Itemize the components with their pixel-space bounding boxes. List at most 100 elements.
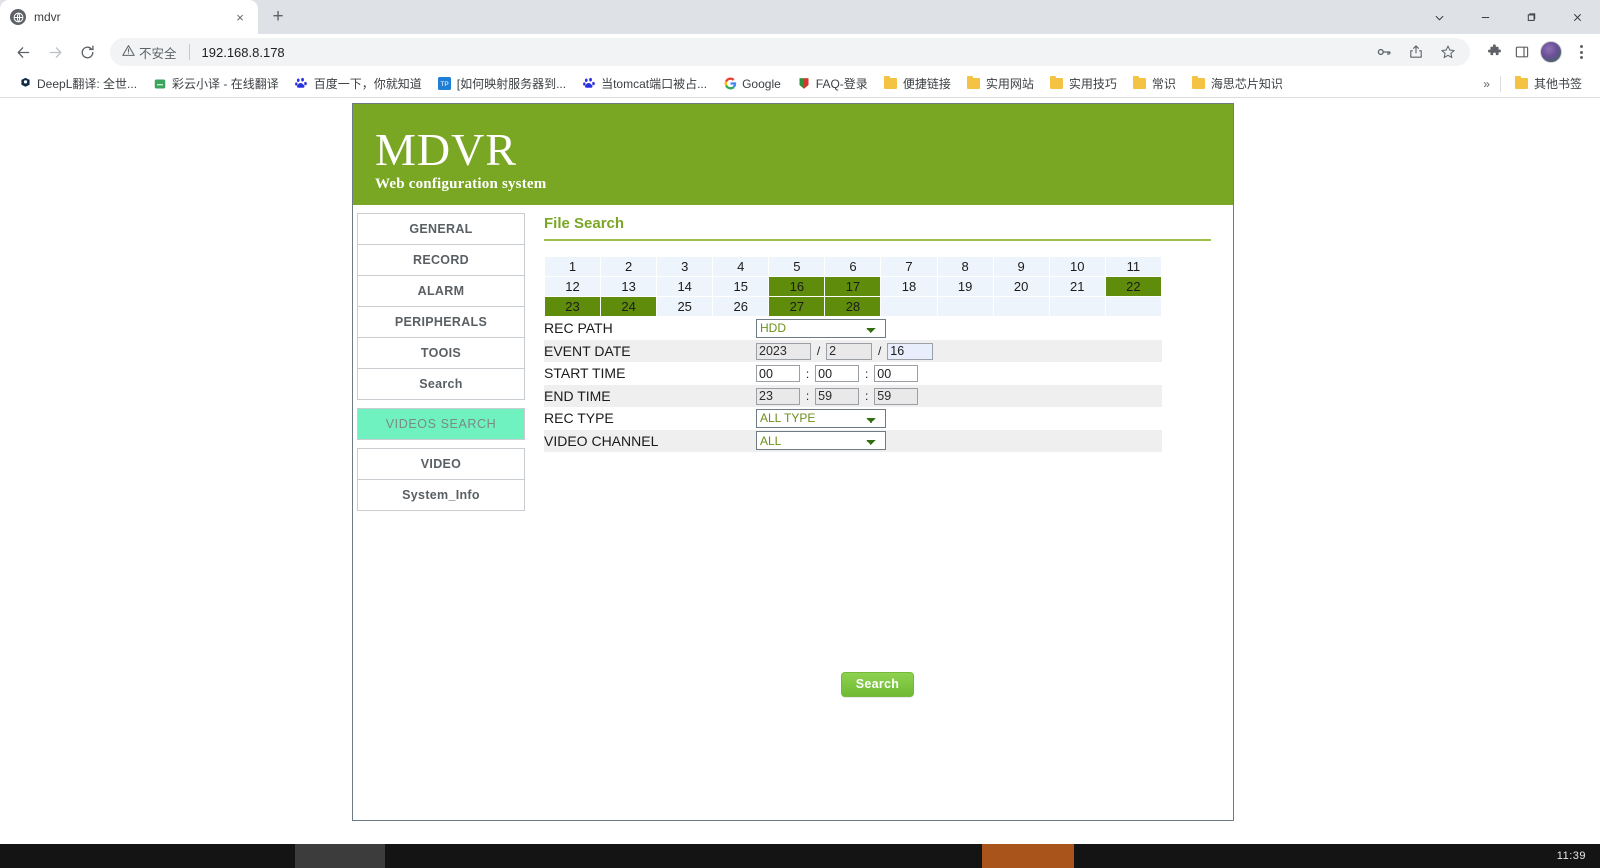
google-icon [723,77,737,91]
sidebar-group-primary: GENERAL RECORD ALARM PERIPHERALS TOOIS S… [357,213,525,400]
security-status[interactable]: 不安全 [122,43,177,62]
bookmark-item[interactable]: FAQ-登录 [789,73,876,95]
calendar-day[interactable]: 9 [992,256,1050,277]
calendar-day-has-recording[interactable]: 17 [824,276,882,297]
calendar-day[interactable]: 15 [712,276,770,297]
sidebar-item-toois[interactable]: TOOIS [358,338,524,369]
url-text[interactable]: 192.168.8.178 [202,45,285,60]
calendar-day[interactable]: 8 [936,256,994,277]
calendar-day-has-recording[interactable]: 28 [824,296,882,317]
avatar[interactable] [1540,41,1562,63]
form-row-start-time: START TIME : : [544,362,1162,385]
end-time-hour-input[interactable] [756,387,800,405]
event-date-day-input[interactable] [887,342,934,360]
kebab-menu-icon[interactable] [1570,45,1592,59]
calendar-day-has-recording[interactable]: 27 [768,296,826,317]
forward-button[interactable] [40,37,70,67]
calendar-day[interactable]: 1 [543,256,602,277]
bookmark-folder[interactable]: 实用技巧 [1042,73,1125,95]
end-time-minute-input[interactable] [815,387,860,405]
close-window-icon[interactable] [1554,0,1600,34]
calendar-day[interactable]: 4 [712,256,770,277]
taskbar-highlight-window[interactable] [982,844,1074,868]
share-icon[interactable] [1406,42,1426,62]
video-channel-select[interactable]: ALL [756,431,886,451]
rec-type-select[interactable]: ALL TYPE [756,408,886,428]
calendar-day[interactable]: 18 [880,276,938,297]
other-bookmarks-folder[interactable]: 其他书签 [1507,73,1590,95]
bookmark-folder[interactable]: 便捷链接 [876,73,959,95]
bookmark-label: DeepL翻译: 全世... [37,77,138,91]
sidebar-item-record[interactable]: RECORD [358,245,524,276]
bookmark-item[interactable]: Google [715,73,789,95]
calendar-day[interactable]: 12 [543,276,602,297]
calendar-day[interactable]: 14 [656,276,714,297]
calendar-day[interactable]: 11 [1104,256,1163,277]
event-date-year-input[interactable] [756,342,811,360]
bookmark-folder[interactable]: 实用网站 [959,73,1042,95]
bookmark-item[interactable]: DeepL翻译: 全世... [10,73,145,95]
reload-button[interactable] [72,37,102,67]
calendar-day-has-recording[interactable]: 16 [768,276,826,297]
sidebar-item-peripherals[interactable]: PERIPHERALS [358,307,524,338]
bookmark-label: 便捷链接 [902,77,951,91]
folder-icon [1192,75,1206,91]
new-tab-button[interactable]: + [264,3,292,31]
calendar-day[interactable]: 26 [712,296,770,317]
calendar-day[interactable]: 19 [936,276,994,297]
calendar-day[interactable]: 7 [880,256,938,277]
bookmark-item[interactable]: 百度一下，你就知道 [287,73,430,95]
calendar-day[interactable]: 13 [600,276,658,297]
calendar-day[interactable]: 25 [656,296,714,317]
calendar-day[interactable]: 10 [1048,256,1106,277]
close-icon[interactable]: × [232,9,248,25]
start-time-hour-input[interactable] [756,365,800,382]
calendar-day-has-recording[interactable]: 22 [1104,276,1163,297]
calendar-row: 1 2 3 4 5 6 7 8 9 10 11 [543,256,1163,277]
search-action-area: Search [544,672,1211,697]
calendar-day-empty [1104,296,1163,317]
taskbar-segment [0,844,295,868]
key-icon[interactable] [1374,42,1394,62]
chevron-down-icon[interactable] [1416,0,1462,34]
bookmarks-overflow-icon[interactable]: » [1479,77,1494,91]
rec-path-select[interactable]: HDD [756,318,886,338]
address-bar[interactable]: 不安全 192.168.8.178 [110,38,1470,66]
sidepanel-icon[interactable] [1512,42,1532,62]
calendar-day-has-recording[interactable]: 23 [543,296,602,317]
sidebar-item-alarm[interactable]: ALARM [358,276,524,307]
end-time-second-input[interactable] [874,387,919,405]
sidebar-group-secondary: VIDEO System_Info [357,448,525,511]
calendar-day[interactable]: 20 [992,276,1050,297]
maximize-icon[interactable] [1508,0,1554,34]
sidebar-item-videos-search[interactable]: VIDEOS SEARCH [358,409,524,440]
search-button[interactable]: Search [840,672,915,697]
sidebar-item-video[interactable]: VIDEO [358,449,524,480]
puzzle-icon[interactable] [1484,42,1504,62]
taskbar-active-window[interactable] [295,844,385,868]
bookmark-item[interactable]: 彩云小译 - 在线翻译 [145,73,287,95]
calendar-day[interactable]: 3 [656,256,714,277]
calendar-day[interactable]: 21 [1048,276,1106,297]
bookmark-item[interactable]: TP [如何映射服务器到... [430,73,574,95]
bookmark-folder[interactable]: 海思芯片知识 [1184,73,1291,95]
star-icon[interactable] [1438,42,1458,62]
start-time-second-input[interactable] [874,365,919,382]
calendar-day[interactable]: 5 [768,256,826,277]
sidebar-group-videos: VIDEOS SEARCH [357,408,525,440]
calendar-day-empty [992,296,1050,317]
back-button[interactable] [8,37,38,67]
sidebar-item-general[interactable]: GENERAL [358,214,524,245]
sidebar-item-search[interactable]: Search [358,369,524,400]
bookmark-item[interactable]: 当tomcat端口被占... [574,73,715,95]
minimize-icon[interactable] [1462,0,1508,34]
bookmark-folder[interactable]: 常识 [1125,73,1184,95]
start-time-minute-input[interactable] [815,365,860,382]
event-date-month-input[interactable] [826,342,873,360]
calendar-day[interactable]: 6 [824,256,882,277]
calendar-day-has-recording[interactable]: 24 [600,296,658,317]
sidebar-item-system-info[interactable]: System_Info [358,480,524,511]
browser-tab-mdvr[interactable]: mdvr × [0,0,258,34]
date-separator: / [816,344,821,358]
calendar-day[interactable]: 2 [600,256,658,277]
